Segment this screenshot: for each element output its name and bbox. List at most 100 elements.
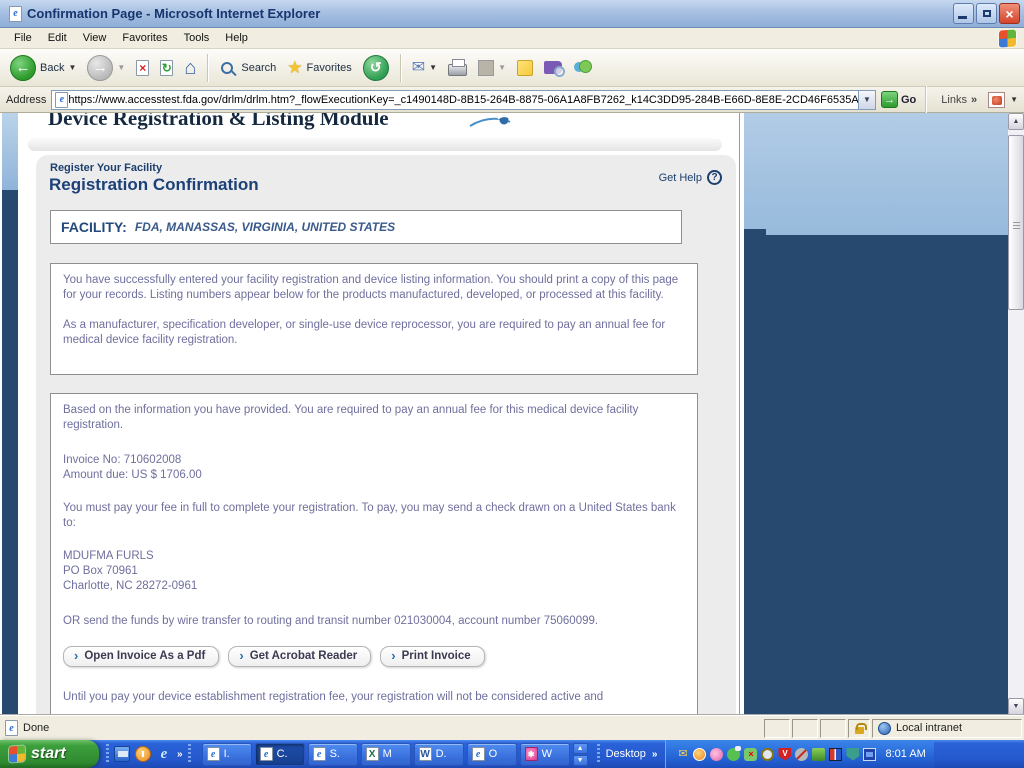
print-icon (448, 59, 468, 76)
tray-mail-icon[interactable]: ✉ (676, 748, 689, 761)
address-dropdown-button[interactable]: ▼ (857, 90, 875, 109)
tray-swirl-icon[interactable] (710, 747, 724, 761)
menu-help[interactable]: Help (217, 29, 256, 47)
page-icon: e (55, 91, 69, 108)
open-invoice-pdf-button[interactable]: › Open Invoice As a Pdf (63, 646, 220, 667)
addon-dropdown-icon[interactable]: ▼ (1010, 95, 1018, 104)
quick-launch-ie-icon[interactable]: e (156, 746, 172, 762)
print-button[interactable] (444, 57, 471, 78)
minimize-button[interactable] (953, 3, 974, 24)
history-button[interactable]: ↺ (359, 53, 393, 83)
address-input[interactable]: e https://www.accesstest.fda.gov/drlm/dr… (51, 89, 876, 110)
mail-dropdown-icon[interactable]: ▼ (429, 63, 437, 72)
tray-display-icon[interactable] (863, 747, 877, 761)
scroll-up-button[interactable]: ▲ (1008, 113, 1024, 130)
taskbar-clock[interactable]: 8:01 AM (885, 748, 925, 760)
edit-dropdown-icon: ▼ (498, 63, 507, 72)
task-button[interactable]: X M (360, 742, 411, 766)
taskbar-scroll-down-icon[interactable]: ▼ (572, 754, 588, 766)
tray-clock-icon[interactable] (693, 747, 707, 761)
get-help-link[interactable]: Get Help ? (659, 170, 722, 185)
vertical-scrollbar[interactable]: ▲ ▼ (1008, 113, 1024, 715)
page-title: Registration Confirmation (49, 175, 259, 194)
mail-button[interactable]: ✉ ▼ (408, 58, 441, 78)
favorites-button[interactable]: ★ Favorites (283, 57, 356, 78)
chevron-right-icon: › (239, 648, 244, 663)
task-button[interactable]: ✱ W (519, 742, 570, 766)
quick-launch-clock-icon[interactable] (135, 746, 151, 762)
links-toolbar[interactable]: Links » (935, 94, 983, 106)
tray-antivirus-shield-icon[interactable]: V (778, 747, 792, 761)
footer-paragraph: Until you pay your device establishment … (63, 691, 604, 703)
messenger-button[interactable] (569, 57, 597, 78)
addon-icon[interactable] (988, 91, 1006, 108)
messenger-icon (573, 59, 593, 76)
forward-dropdown-icon: ▼ (117, 63, 126, 72)
toolbar-grip[interactable] (106, 744, 109, 764)
taskbar: start e » e I. e C. e S. X M W D. e O ✱ … (0, 740, 1024, 768)
chevron-right-icon: › (74, 648, 79, 663)
show-desktop-icon[interactable] (114, 746, 130, 762)
menu-file[interactable]: File (6, 29, 40, 47)
status-panel (764, 718, 790, 738)
taskbar-scroll-up-icon[interactable]: ▲ (572, 742, 588, 754)
tray-flag-icon[interactable] (829, 747, 843, 761)
tray-offline-contacts-icon[interactable]: × (744, 747, 758, 761)
toolbar-grip[interactable] (596, 744, 600, 764)
facility-box: FACILITY: FDA, MANASSAS, VIRGINIA, UNITE… (50, 210, 682, 244)
tray-device-icon[interactable] (812, 747, 826, 761)
tray-security-shield-icon[interactable] (846, 747, 860, 761)
back-button[interactable]: ← Back ▼ (6, 53, 80, 83)
quick-launch-chevron-icon[interactable]: » (177, 749, 183, 760)
address-url[interactable]: https://www.accesstest.fda.gov/drlm/drlm… (68, 94, 858, 106)
links-chevron-icon[interactable]: » (971, 94, 977, 106)
home-icon: ⌂ (184, 56, 197, 79)
amount-due: Amount due: US $ 1706.00 (63, 469, 202, 481)
ie-task-icon: e (259, 747, 273, 761)
task-label: I. (223, 748, 230, 760)
research-button[interactable] (540, 59, 566, 77)
get-acrobat-reader-button[interactable]: › Get Acrobat Reader (228, 646, 372, 667)
discuss-button[interactable] (513, 58, 537, 78)
stop-icon: × (136, 59, 150, 76)
restore-button[interactable] (976, 3, 997, 24)
print-invoice-button[interactable]: › Print Invoice (380, 646, 485, 667)
intranet-globe-icon (878, 721, 891, 735)
start-label: start (31, 745, 66, 762)
desktop-chevron-icon[interactable]: » (652, 749, 658, 760)
task-button[interactable]: W D. (413, 742, 464, 766)
task-button-active[interactable]: e C. (254, 742, 305, 766)
home-button[interactable]: ⌂ (180, 56, 200, 80)
start-button[interactable]: start (0, 740, 99, 768)
task-button[interactable]: e O (466, 742, 517, 766)
word-task-icon: W (418, 747, 432, 761)
menu-edit[interactable]: Edit (40, 29, 75, 47)
invoice-button-row: › Open Invoice As a Pdf › Get Acrobat Re… (63, 646, 685, 667)
forward-button[interactable]: → ▼ (83, 53, 129, 83)
stop-button[interactable]: × (132, 58, 153, 78)
excel-task-icon: X (365, 747, 379, 761)
intro-paragraph-1: You have successfully entered your facil… (63, 274, 679, 301)
scroll-down-button[interactable]: ▼ (1008, 698, 1024, 715)
status-text: Done (23, 722, 50, 734)
toolbar-grip[interactable] (187, 744, 191, 764)
menu-tools[interactable]: Tools (176, 29, 218, 47)
refresh-button[interactable]: ↻ (156, 58, 177, 78)
search-button[interactable]: Search (215, 58, 280, 78)
window-title: Confirmation Page - Microsoft Internet E… (27, 6, 321, 21)
scrollbar-thumb[interactable] (1008, 135, 1024, 310)
tray-disabled-icon[interactable] (795, 747, 809, 761)
task-button[interactable]: e S. (307, 742, 358, 766)
menu-view[interactable]: View (75, 29, 115, 47)
tray-key-icon[interactable] (761, 747, 775, 761)
task-label: O (488, 748, 498, 760)
close-button[interactable]: × (999, 3, 1020, 24)
task-button[interactable]: e I. (201, 742, 252, 766)
invoice-box: Based on the information you have provid… (50, 393, 698, 715)
task-label: W (541, 748, 552, 760)
back-dropdown-icon[interactable]: ▼ (68, 63, 76, 72)
page-right-background-top (744, 113, 1008, 235)
menu-favorites[interactable]: Favorites (114, 29, 175, 47)
tray-messenger-status-icon[interactable] (727, 745, 742, 761)
go-button[interactable]: → Go (880, 91, 916, 108)
